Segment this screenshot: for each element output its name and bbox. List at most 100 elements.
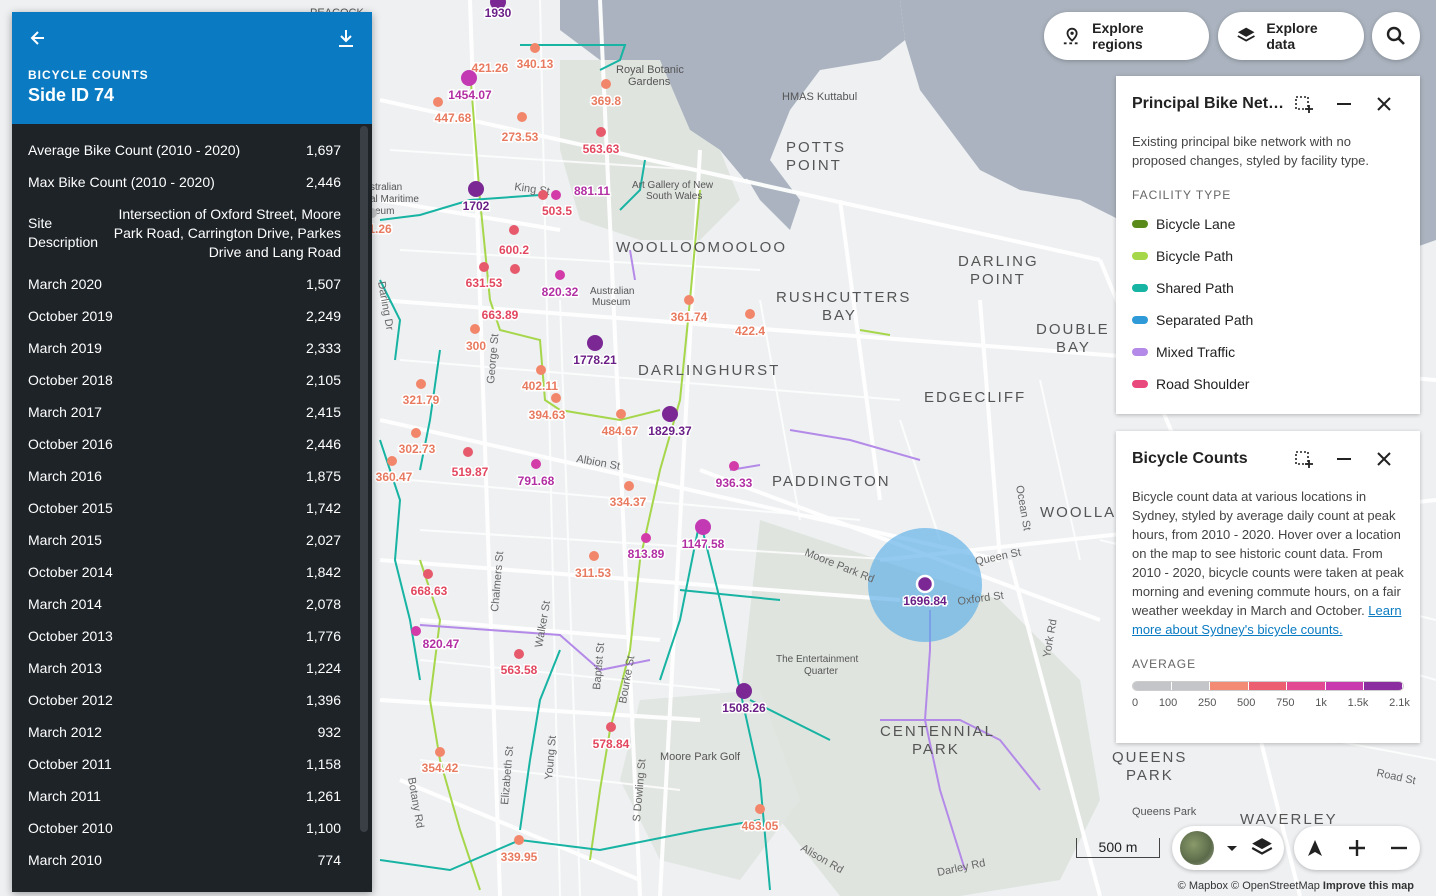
download-icon[interactable] (336, 28, 356, 48)
mapbox-attribution[interactable]: © Mapbox (1178, 880, 1228, 892)
count-point[interactable] (517, 112, 527, 122)
count-point[interactable] (411, 626, 421, 636)
count-point[interactable] (423, 569, 433, 579)
count-point[interactable] (468, 181, 484, 197)
count-point[interactable] (662, 406, 678, 422)
ramp-segment (1325, 682, 1365, 690)
close-icon[interactable] (1364, 88, 1404, 120)
ramp-tick: 0 (1132, 697, 1139, 709)
count-point[interactable] (387, 456, 397, 466)
count-point[interactable] (601, 79, 611, 89)
count-point[interactable] (479, 262, 489, 272)
place-label: EDGECLIFF (924, 389, 1026, 406)
count-point[interactable] (624, 481, 634, 491)
count-point[interactable] (435, 747, 445, 757)
history-row: October 2018 2,105 (12, 364, 357, 396)
count-point[interactable] (411, 428, 421, 438)
count-point[interactable] (755, 804, 765, 814)
satellite-thumbnail[interactable] (1180, 831, 1214, 865)
history-row: March 2015 2,027 (12, 524, 357, 556)
history-row: March 2012 932 (12, 716, 357, 748)
count-point[interactable] (589, 551, 599, 561)
count-point[interactable] (555, 270, 565, 280)
count-point[interactable] (606, 722, 616, 732)
count-label: 447.68 (435, 111, 472, 125)
count-label: 563.58 (501, 663, 538, 677)
legend-label: Bicycle Lane (1156, 216, 1236, 232)
count-label: 339.95 (501, 850, 538, 864)
layers-icon[interactable] (1250, 836, 1274, 860)
count-point[interactable] (514, 835, 524, 845)
history-count: 1,396 (305, 692, 341, 708)
count-label: 354.42 (422, 761, 459, 775)
place-label: Australian (590, 286, 634, 297)
count-label: 1696.84 (903, 594, 947, 608)
legend-label: Shared Path (1156, 280, 1234, 296)
count-point[interactable] (729, 461, 739, 471)
count-point[interactable] (470, 324, 480, 334)
count-point[interactable] (514, 649, 524, 659)
zoom-out-icon[interactable] (1389, 838, 1409, 858)
select-area-icon[interactable] (1284, 88, 1324, 120)
chevron-down-icon[interactable] (1222, 838, 1242, 858)
count-point[interactable] (736, 683, 752, 699)
ramp-tick: 100 (1158, 697, 1178, 709)
ramp-segment (1364, 682, 1403, 690)
back-arrow-icon[interactable] (28, 28, 48, 48)
count-point[interactable] (551, 393, 561, 403)
count-point[interactable] (616, 409, 626, 419)
osm-attribution[interactable]: © OpenStreetMap (1231, 880, 1320, 892)
count-point[interactable] (641, 533, 651, 543)
count-label: 563.63 (583, 142, 620, 156)
count-label: 369.8 (591, 94, 621, 108)
count-point[interactable] (538, 190, 548, 200)
panel-scrollbar[interactable] (360, 126, 368, 832)
count-label: 820.32 (542, 285, 579, 299)
ramp-segment (1210, 682, 1249, 690)
zoom-in-icon[interactable] (1347, 838, 1367, 858)
count-point[interactable] (416, 379, 426, 389)
count-point[interactable] (695, 519, 711, 535)
stat-row-description: Site Description Intersection of Oxford … (12, 198, 357, 268)
count-point[interactable] (745, 309, 755, 319)
count-point[interactable] (536, 365, 546, 375)
minimize-icon[interactable] (1324, 88, 1364, 120)
count-point[interactable] (915, 574, 935, 594)
count-point[interactable] (684, 295, 694, 305)
count-point[interactable] (587, 335, 603, 351)
count-point[interactable] (463, 447, 473, 457)
count-point[interactable] (530, 43, 540, 53)
search-button[interactable] (1372, 12, 1420, 60)
site-details-panel: BICYCLE COUNTS Side ID 74 Average Bike C… (12, 12, 372, 892)
history-row: March 2017 2,415 (12, 396, 357, 428)
ramp-tick: 500 (1237, 697, 1256, 709)
improve-map-link[interactable]: Improve this map (1323, 880, 1414, 892)
count-label: 820.47 (423, 637, 460, 651)
count-point[interactable] (461, 70, 477, 86)
bicycle-counts-legend-card: Bicycle Counts Bicycle count data at var… (1116, 431, 1420, 743)
history-period: October 2013 (28, 628, 113, 644)
ramp-segment (1287, 682, 1326, 690)
count-point[interactable] (510, 264, 520, 274)
close-icon[interactable] (1364, 443, 1404, 475)
explore-regions-button[interactable]: Explore regions (1044, 12, 1209, 60)
select-area-icon[interactable] (1284, 443, 1324, 475)
count-label: 421.26 (472, 61, 509, 75)
ramp-tick: 250 (1197, 697, 1217, 709)
compass-arrow-icon[interactable] (1305, 838, 1325, 858)
count-point[interactable] (596, 127, 606, 137)
bike-network-legend-card: Principal Bike Net… Existing principal b… (1116, 76, 1420, 414)
basemap-switcher[interactable] (1172, 826, 1284, 870)
history-row: March 2011 1,261 (12, 780, 357, 812)
history-period: March 2015 (28, 532, 102, 548)
place-label: PADDINGTON (772, 473, 891, 490)
count-point[interactable] (531, 459, 541, 469)
explore-data-button[interactable]: Explore data (1218, 12, 1364, 60)
count-point[interactable] (509, 225, 519, 235)
count-point[interactable] (433, 97, 443, 107)
place-label: PARK (1126, 767, 1174, 784)
count-point[interactable] (551, 190, 561, 200)
minimize-icon[interactable] (1324, 443, 1364, 475)
ramp-segment (1133, 682, 1172, 690)
stat-label: Max Bike Count (2010 - 2020) (28, 174, 215, 190)
